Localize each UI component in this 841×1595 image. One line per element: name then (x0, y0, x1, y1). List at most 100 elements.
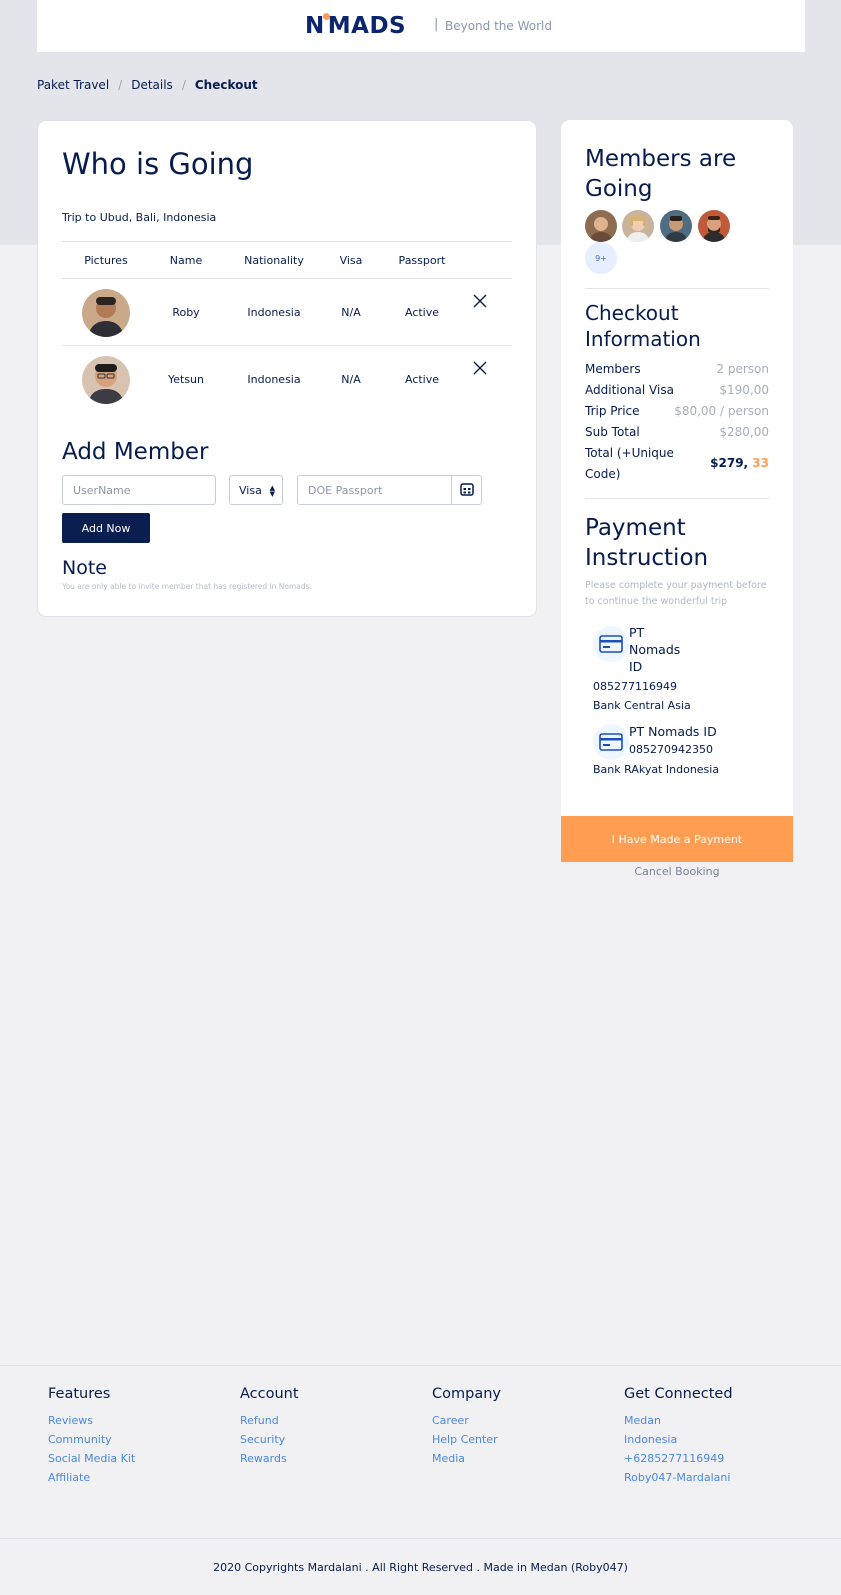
footer-column-get-connected: Get Connected Medan Indonesia +628527711… (624, 1386, 733, 1487)
footer-heading: Account (240, 1386, 299, 1402)
footer-column-features: Features Reviews Community Social Media … (48, 1386, 135, 1487)
avatar (82, 356, 130, 404)
member-name: Yetsun (167, 373, 205, 386)
note-title: Note (62, 557, 107, 579)
member-nationality: Indonesia (247, 306, 301, 319)
copyright: 2020 Copyrights Mardalani . All Right Re… (0, 1538, 841, 1595)
checkout-row-additional-visa: Additional Visa $190,00 (585, 383, 769, 397)
checkout-value: 2 person (716, 362, 769, 376)
footer-link[interactable]: Social Media Kit (48, 1449, 135, 1468)
footer-column-account: Account Refund Security Rewards (240, 1386, 299, 1468)
bank-holder-name: PT Nomads ID (629, 724, 717, 739)
bank-name: Bank RAkyat Indonesia (593, 763, 720, 776)
checkout-sidebar: Members are Going 9+ Checkout Informatio… (561, 120, 793, 862)
avatar (660, 210, 692, 242)
checkout-row-total: Total (+Unique Code) $279, 33 (585, 443, 769, 485)
column-header-visa: Visa (339, 254, 363, 267)
footer: Features Reviews Community Social Media … (0, 1365, 841, 1595)
checkout-value: $190,00 (719, 383, 769, 397)
navbar: N MADS | Beyond the World (37, 0, 805, 52)
member-name: Roby (172, 306, 200, 319)
made-payment-button[interactable]: I Have Made a Payment (561, 816, 793, 862)
footer-link[interactable]: Indonesia (624, 1430, 733, 1449)
total-amount: $279, (710, 456, 749, 470)
checkout-row-sub-total: Sub Total $280,00 (585, 425, 769, 439)
tagline-separator: | (434, 17, 439, 32)
footer-link[interactable]: Medan (624, 1411, 733, 1430)
column-header-name: Name (169, 254, 203, 267)
checkout-value: $280,00 (719, 425, 769, 439)
tagline: Beyond the World (445, 19, 552, 33)
footer-link[interactable]: Security (240, 1430, 299, 1449)
visa-select-value: Visa (239, 484, 262, 497)
visa-select[interactable]: Visa ▲ ▼ (229, 475, 283, 505)
page-title: Who is Going (62, 147, 254, 181)
column-header-nationality: Nationality (244, 254, 304, 267)
checkout-label: Additional Visa (585, 383, 674, 397)
member-visa: N/A (341, 306, 361, 319)
footer-heading: Company (432, 1386, 501, 1402)
checkout-label: Sub Total (585, 425, 640, 439)
member-passport: Active (404, 373, 440, 386)
total-label: Total (+Unique Code) (585, 446, 674, 481)
avatar (82, 289, 130, 337)
divider (585, 288, 769, 289)
checkout-row-members: Members 2 person (585, 362, 769, 376)
trip-subtitle: Trip to Ubud, Bali, Indonesia (62, 211, 217, 224)
close-icon[interactable] (472, 293, 488, 309)
nomads-logo[interactable]: N MADS (305, 13, 406, 39)
footer-link[interactable]: Help Center (432, 1430, 501, 1449)
checkout-info-title: Checkout Information (585, 301, 701, 351)
cancel-booking-link[interactable]: Cancel Booking (561, 865, 793, 878)
payment-subtitle: Please complete your payment before to c… (585, 580, 767, 607)
member-passport: Active (404, 306, 440, 319)
checkout-value: $80,00 / person (674, 404, 769, 418)
footer-link[interactable]: Affiliate (48, 1468, 135, 1487)
member-nationality: Indonesia (247, 373, 301, 386)
breadcrumb-checkout: Checkout (194, 78, 258, 92)
avatar (622, 210, 654, 242)
table-row: Roby Indonesia N/A Active (62, 279, 512, 346)
member-visa: N/A (341, 373, 361, 386)
table-header: Pictures Name Nationality Visa Passport (62, 241, 512, 279)
bank-account-number: 085270942350 (629, 743, 713, 756)
bank-name: Bank Central Asia (593, 699, 691, 712)
divider (585, 498, 769, 499)
bank-account-number: 085277116949 (593, 680, 677, 693)
checkout-row-trip-price: Trip Price $80,00 / person (585, 404, 769, 418)
add-now-button[interactable]: Add Now (62, 513, 150, 543)
breadcrumb-details[interactable]: Details (131, 78, 173, 92)
column-header-pictures: Pictures (84, 254, 128, 267)
checkout-label: Trip Price (585, 404, 640, 418)
footer-link[interactable]: +6285277116949 (624, 1449, 733, 1468)
calendar-button[interactable] (451, 475, 482, 505)
breadcrumb: Paket Travel / Details / Checkout (37, 78, 258, 92)
payment-instruction-title: Payment Instruction (585, 515, 709, 571)
footer-link[interactable]: Community (48, 1430, 135, 1449)
footer-link[interactable]: Rewards (240, 1449, 299, 1468)
footer-link[interactable]: Roby047-Mardalani (624, 1468, 733, 1487)
total-value: $279, 33 (710, 453, 769, 474)
calendar-icon (459, 481, 474, 500)
footer-link[interactable]: Career (432, 1411, 501, 1430)
who-is-going-card: Who is Going Trip to Ubud, Bali, Indones… (37, 120, 537, 617)
avatar (585, 210, 617, 242)
credit-card-icon (593, 724, 629, 760)
members-going-title: Members are Going (585, 146, 737, 202)
table-row: Yetsun Indonesia N/A Active (62, 346, 512, 413)
avatar (698, 210, 730, 242)
footer-link[interactable]: Media (432, 1449, 501, 1468)
username-input[interactable] (62, 475, 216, 505)
breadcrumb-separator: / (181, 78, 186, 92)
bank-holder-name: PT Nomads ID (629, 625, 681, 674)
footer-link[interactable]: Reviews (48, 1411, 135, 1430)
close-icon[interactable] (472, 360, 488, 376)
doe-passport-input[interactable] (297, 475, 452, 505)
credit-card-icon (593, 626, 629, 662)
breadcrumb-paket-travel[interactable]: Paket Travel (37, 78, 109, 92)
breadcrumb-separator: / (118, 78, 123, 92)
more-members-badge[interactable]: 9+ (585, 242, 617, 274)
footer-link[interactable]: Refund (240, 1411, 299, 1430)
checkout-label: Members (585, 362, 641, 376)
footer-heading: Get Connected (624, 1386, 733, 1402)
